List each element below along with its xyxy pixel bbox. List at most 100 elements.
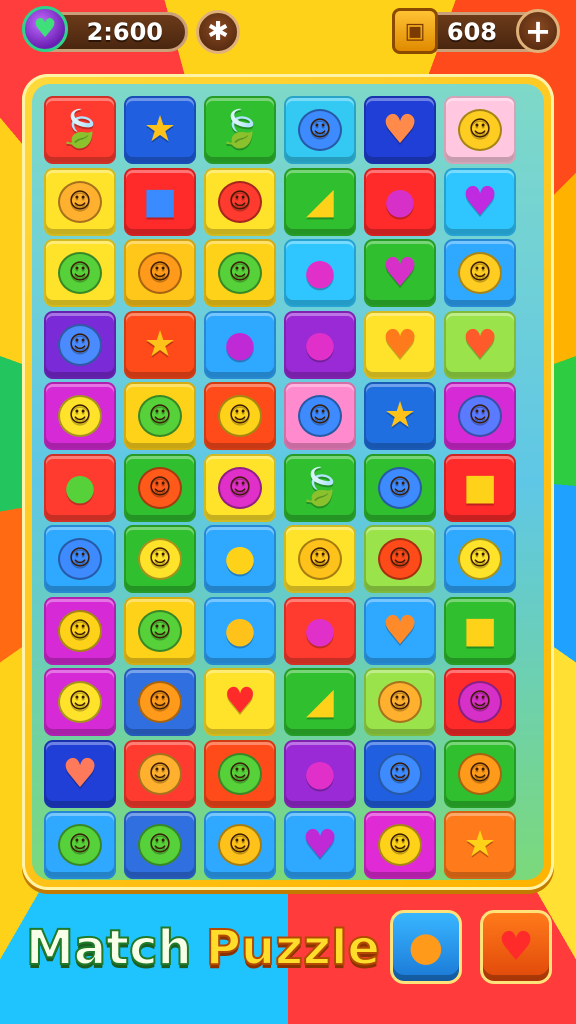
game-tile[interactable]: ☺ bbox=[44, 382, 116, 450]
game-tile[interactable]: ☺ bbox=[364, 811, 436, 879]
octopus-icon: ☺ bbox=[138, 681, 182, 723]
game-tile[interactable]: ☺ bbox=[204, 811, 276, 879]
leaf-icon: 🍃 bbox=[57, 109, 103, 150]
game-tile[interactable]: ☺ bbox=[124, 811, 196, 879]
game-tile[interactable]: ☺ bbox=[44, 811, 116, 879]
game-title: Match Puzzle bbox=[25, 908, 381, 988]
powerup-button-2[interactable]: ♥ bbox=[480, 910, 552, 984]
game-tile[interactable]: ♥ bbox=[364, 310, 436, 379]
game-tile[interactable]: ☺ bbox=[364, 525, 436, 593]
game-tile[interactable]: ☺ bbox=[44, 525, 116, 593]
orange-face-icon: ☺ bbox=[138, 466, 182, 509]
game-tile[interactable]: ☺ bbox=[444, 239, 516, 307]
game-tile[interactable]: ☺ bbox=[44, 668, 116, 736]
heart-icon: ♥ bbox=[302, 822, 338, 868]
game-tile[interactable]: ☺ bbox=[444, 668, 516, 736]
blue-ghost-icon: ☺ bbox=[298, 395, 342, 437]
game-tile[interactable]: ◢ bbox=[284, 668, 356, 736]
powerup-button-1[interactable]: ● bbox=[390, 910, 462, 984]
game-tile[interactable]: ♥ bbox=[284, 811, 356, 879]
game-tile[interactable]: ■ bbox=[444, 596, 516, 665]
game-tile[interactable]: ☺ bbox=[44, 596, 116, 665]
game-tile[interactable]: ★ bbox=[124, 310, 196, 379]
orange-face-icon: ☺ bbox=[138, 252, 182, 294]
game-tile[interactable]: ☺ bbox=[204, 739, 276, 808]
game-tile[interactable]: ◢ bbox=[284, 167, 356, 236]
game-tile[interactable]: ● bbox=[204, 525, 276, 593]
game-tile[interactable]: ♥ bbox=[204, 668, 276, 736]
game-tile[interactable]: ● bbox=[284, 596, 356, 665]
leaf-icon: 🍃 bbox=[297, 466, 343, 508]
game-tile[interactable]: ☺ bbox=[444, 96, 516, 164]
game-tile[interactable]: ● bbox=[204, 596, 276, 665]
game-tile[interactable]: ☺ bbox=[364, 739, 436, 808]
game-tile[interactable]: ● bbox=[284, 310, 356, 379]
game-tile[interactable]: ☺ bbox=[124, 668, 196, 736]
game-tile[interactable]: ☺ bbox=[204, 167, 276, 236]
game-tile[interactable]: ★ bbox=[364, 382, 436, 450]
game-tile[interactable]: ● bbox=[364, 167, 436, 236]
game-tile[interactable]: ☺ bbox=[444, 739, 516, 808]
game-tile[interactable]: ☺ bbox=[124, 739, 196, 808]
game-tile[interactable]: ☺ bbox=[124, 453, 196, 522]
heart-icon: ♥ bbox=[382, 607, 418, 654]
smiley-icon: ☺ bbox=[458, 252, 502, 294]
game-tile[interactable]: ☺ bbox=[364, 668, 436, 736]
red-face-icon: ☺ bbox=[218, 180, 262, 223]
game-tile[interactable]: ☺ bbox=[124, 596, 196, 665]
game-tile[interactable]: ● bbox=[284, 739, 356, 808]
blue-ghost-icon: ☺ bbox=[58, 538, 102, 580]
game-tile[interactable]: ☺ bbox=[44, 167, 116, 236]
cheese-icon: ■ bbox=[462, 609, 497, 651]
game-tile[interactable]: ☺ bbox=[44, 310, 116, 379]
game-tile[interactable]: ☺ bbox=[204, 382, 276, 450]
star-creature-icon: ★ bbox=[383, 395, 417, 436]
smiley-icon: ☺ bbox=[138, 752, 182, 795]
blue-bird-icon: ☺ bbox=[378, 466, 422, 509]
star-creature-icon: ★ bbox=[143, 323, 177, 365]
cheese-icon: ■ bbox=[462, 466, 497, 508]
red-face-icon: ☺ bbox=[378, 538, 422, 580]
game-tile[interactable]: 🍃 bbox=[44, 96, 116, 164]
game-tile[interactable]: ■ bbox=[124, 167, 196, 236]
game-tile[interactable]: ☺ bbox=[284, 525, 356, 593]
score-value: 2:600 bbox=[86, 18, 163, 46]
game-tile[interactable]: ● bbox=[204, 310, 276, 379]
game-tile[interactable]: ☺ bbox=[284, 96, 356, 164]
game-tile[interactable]: ★ bbox=[444, 811, 516, 879]
heart-icon: ♥ bbox=[382, 250, 418, 296]
star-menu-button[interactable]: ✱ bbox=[196, 10, 240, 54]
game-tile[interactable]: ☺ bbox=[364, 453, 436, 522]
game-tile[interactable]: ☺ bbox=[444, 525, 516, 593]
lemon-icon: ● bbox=[224, 609, 256, 651]
orange-face-icon: ☺ bbox=[218, 824, 262, 866]
game-tile[interactable]: ★ bbox=[124, 96, 196, 164]
game-tile[interactable]: ■ bbox=[444, 453, 516, 522]
green-face-icon: ☺ bbox=[138, 395, 182, 437]
game-tile[interactable]: ♥ bbox=[44, 739, 116, 808]
add-coins-button[interactable]: + bbox=[516, 9, 560, 53]
sun-face-icon: ☺ bbox=[58, 180, 102, 223]
game-tile[interactable]: ● bbox=[44, 453, 116, 522]
game-board: 🍃 ★ 🍃 ☺ ♥ ☺ ☺ ■ ☺ ◢ ● ♥ ☺ ☺ ☺ ● ♥ ☺ ☺ ★ ● ● ♥ ♥ ☺ ☺ ☺ ☺ ★ ☺ ● ☺ ☺ 🍃 ☺ ■ ☺ ☺ ● ☺… bbox=[22, 74, 554, 890]
game-tile[interactable]: ♥ bbox=[364, 596, 436, 665]
game-tile[interactable]: ♥ bbox=[364, 239, 436, 307]
game-tile[interactable]: ♥ bbox=[444, 167, 516, 236]
plum-icon: ● bbox=[304, 252, 336, 293]
game-tile[interactable]: 🍃 bbox=[284, 453, 356, 522]
game-tile[interactable]: 🍃 bbox=[204, 96, 276, 164]
game-tile[interactable]: ☺ bbox=[444, 382, 516, 450]
game-tile[interactable]: ☺ bbox=[204, 453, 276, 522]
game-tile[interactable]: ☺ bbox=[124, 382, 196, 450]
green-face-icon: ☺ bbox=[58, 252, 102, 294]
game-tile[interactable]: ♥ bbox=[444, 310, 516, 379]
game-tile[interactable]: ♥ bbox=[364, 96, 436, 164]
game-tile[interactable]: ☺ bbox=[204, 239, 276, 307]
green-face-icon: ☺ bbox=[218, 752, 262, 795]
game-tile[interactable]: ● bbox=[284, 239, 356, 307]
game-tile[interactable]: ☺ bbox=[124, 239, 196, 307]
game-tile[interactable]: ☺ bbox=[284, 382, 356, 450]
game-tile[interactable]: ☺ bbox=[44, 239, 116, 307]
pink-face-icon: ☺ bbox=[458, 681, 502, 723]
game-tile[interactable]: ☺ bbox=[124, 525, 196, 593]
